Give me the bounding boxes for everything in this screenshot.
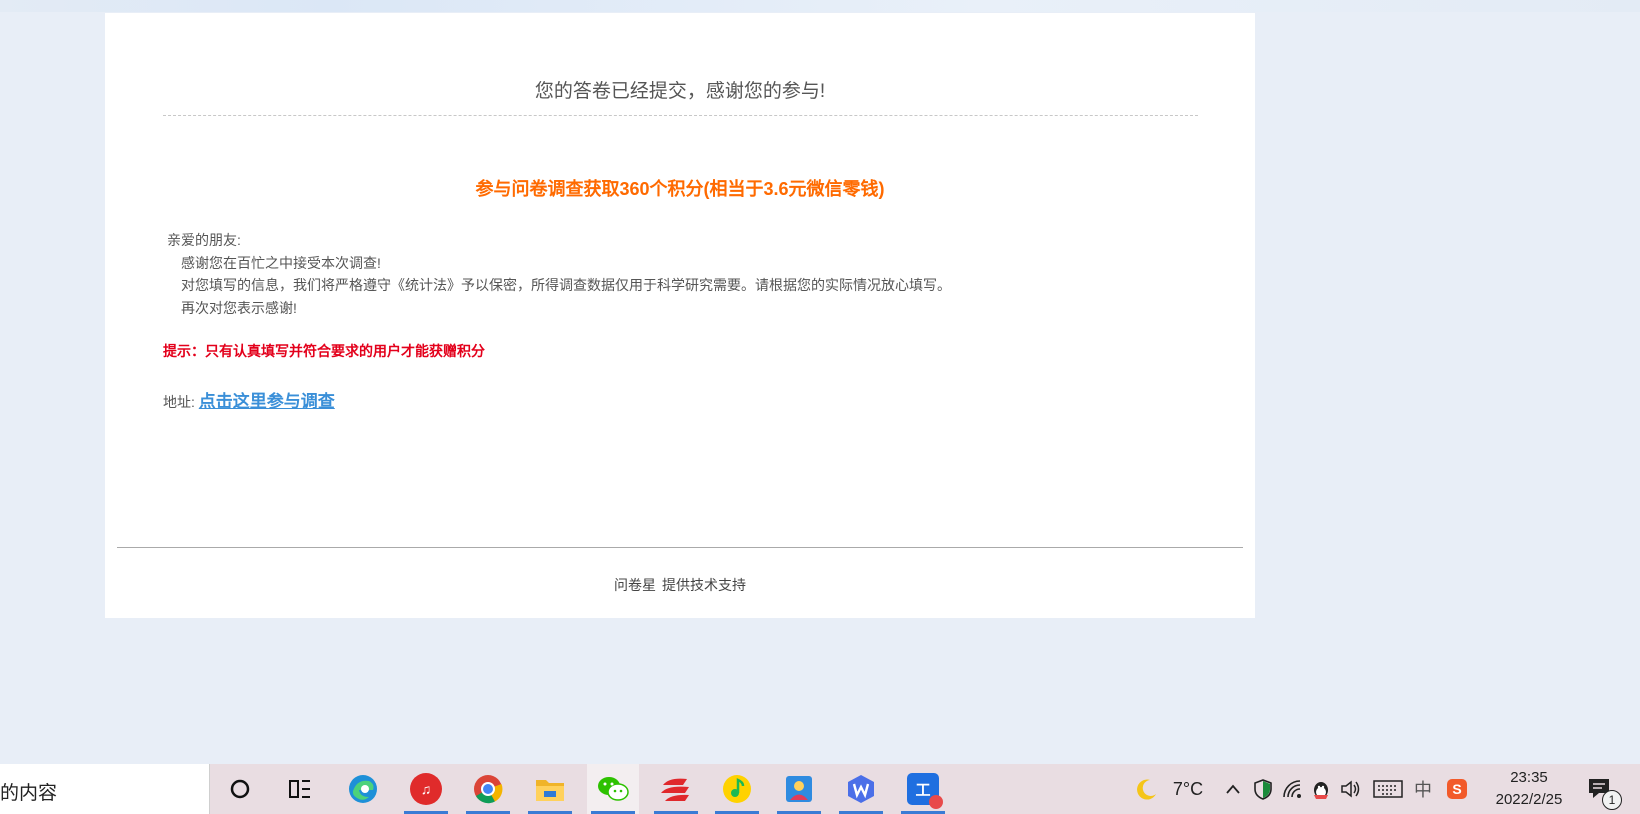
network-icon — [1283, 780, 1301, 798]
red-app-icon — [661, 778, 689, 801]
address-row: 地址: 点击这里参与调查 — [163, 387, 335, 412]
taskbar-app-file-explorer[interactable] — [524, 764, 576, 814]
weather-temp[interactable]: 7°C — [1166, 764, 1210, 814]
weather-button[interactable] — [1132, 764, 1162, 814]
show-hidden-icons-button[interactable] — [1222, 764, 1244, 814]
folder-icon — [536, 780, 564, 801]
cortana-button[interactable] — [214, 764, 266, 814]
taskbar-app-qq-music[interactable] — [711, 764, 763, 814]
workbench-badge-dot — [929, 795, 943, 809]
keyboard-icon — [1373, 780, 1403, 798]
tip-text: 提示：只有认真填写并符合要求的用户才能获赠积分 — [163, 343, 485, 359]
taskbar: 的内容 ♫ 工 7°C 中 S 23:35 2022/2/25 1 — [0, 764, 1640, 814]
taskbar-app-wechat[interactable] — [587, 764, 639, 814]
letter-line-1: 感谢您在百忙之中接受本次调查! — [181, 254, 381, 271]
tray-ime-language[interactable]: 中 — [1410, 764, 1436, 814]
photo-viewer-icon — [786, 776, 812, 802]
address-label: 地址: — [163, 394, 195, 410]
sogou-ime-icon: S — [1447, 779, 1467, 799]
workbench-app-icon: 工 — [907, 773, 943, 809]
wps-icon — [848, 775, 874, 803]
tray-volume[interactable] — [1338, 764, 1364, 814]
taskbar-app-edge[interactable] — [337, 764, 389, 814]
taskbar-app-wps[interactable] — [835, 764, 887, 814]
clock-date: 2022/2/25 — [1495, 791, 1563, 808]
action-center-button[interactable]: 1 — [1584, 764, 1622, 814]
taskbar-app-workbench[interactable]: 工 — [897, 764, 949, 814]
survey-link[interactable]: 点击这里参与调查 — [199, 392, 335, 411]
page-banner-strip — [0, 0, 1640, 12]
taskbar-app-red-client[interactable] — [650, 764, 702, 814]
footer-divider — [117, 547, 1243, 548]
shield-icon — [1254, 779, 1272, 800]
tray-qq[interactable] — [1308, 764, 1334, 814]
speaker-icon — [1341, 780, 1360, 798]
qq-icon — [1314, 782, 1328, 799]
dashed-divider — [163, 115, 1198, 116]
letter-line-3: 再次对您表示感谢! — [181, 299, 297, 316]
taskbar-search-text: 的内容 — [0, 783, 58, 804]
letter-greeting: 亲爱的朋友: — [167, 232, 241, 248]
chevron-up-icon — [1226, 784, 1240, 794]
letter-text: 亲爱的朋友: 感谢您在百忙之中接受本次调查! 对您填写的信息，我们将严格遵守《统… — [167, 229, 951, 319]
taskbar-clock[interactable]: 23:35 2022/2/25 — [1484, 767, 1574, 811]
promo-title: 参与问卷调查获取360个积分(相当于3.6元微信零钱) — [475, 179, 885, 199]
footer-brand[interactable]: 问卷星 — [614, 577, 656, 593]
wechat-icon — [598, 777, 629, 801]
footer-text: 提供技术支持 — [662, 577, 746, 593]
taskbar-app-photos[interactable] — [773, 764, 825, 814]
tray-network[interactable] — [1280, 764, 1306, 814]
chrome-icon — [474, 775, 503, 804]
clock-time: 23:35 — [1510, 769, 1548, 786]
taskbar-app-netease-music[interactable]: ♫ — [400, 764, 452, 814]
submit-success-message: 您的答卷已经提交，感谢您的参与! — [534, 81, 826, 102]
taskbar-app-chrome[interactable] — [462, 764, 514, 814]
tray-sogou-ime[interactable]: S — [1444, 764, 1470, 814]
netease-music-icon: ♫ — [410, 773, 442, 805]
task-view-icon — [289, 780, 310, 798]
survey-result-card: 您的答卷已经提交，感谢您的参与! 参与问卷调查获取360个积分(相当于3.6元微… — [105, 13, 1255, 618]
notification-count-badge: 1 — [1602, 790, 1622, 810]
moon-icon — [1137, 779, 1156, 800]
footer: 问卷星 提供技术支持 — [105, 575, 1255, 595]
task-view-button[interactable] — [274, 764, 326, 814]
cortana-icon — [230, 779, 250, 799]
edge-icon — [349, 775, 377, 803]
taskbar-search-box[interactable]: 的内容 — [0, 764, 210, 814]
letter-line-2: 对您填写的信息，我们将严格遵守《统计法》予以保密，所得调查数据仅用于科学研究需要… — [181, 277, 951, 293]
tray-touch-keyboard[interactable] — [1372, 764, 1404, 814]
tray-security[interactable] — [1250, 764, 1276, 814]
qq-music-icon — [723, 775, 751, 803]
